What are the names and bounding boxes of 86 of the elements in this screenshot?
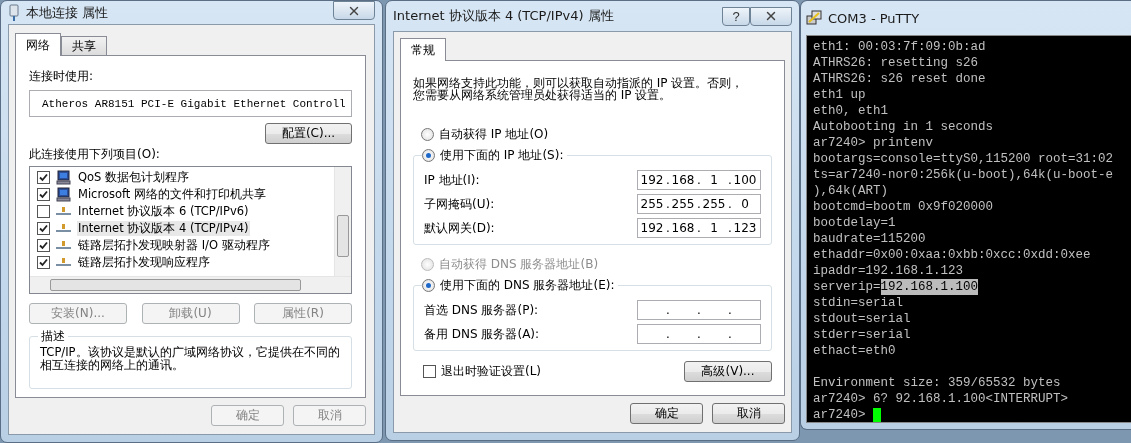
description-text: TCP/IP。该协议是默认的广域网络协议，它提供在不同的相互连接的网络上的通讯。 [40,344,341,372]
terminal-line: ar7240> 6? 92.168.1.100<INTERRUPT> [813,391,1069,407]
radio-button[interactable] [422,148,435,162]
ip-address-field[interactable]: . . . [637,300,761,320]
terminal-line: ar7240> [813,407,867,422]
terminal-line: ethact=eth0 [813,343,896,359]
checkbox[interactable] [37,222,50,235]
checkbox[interactable] [37,239,50,252]
option-label: 自动获得 IP 地址(O) [439,125,549,143]
checkbox[interactable] [423,365,436,378]
terminal-line: eth1 up [813,87,866,103]
tab[interactable]: 共享 [61,36,107,55]
terminal-line: stderr=serial [813,327,911,343]
terminal-line: serverip= [813,279,881,295]
terminal-line: eth1: 00:03:7f:09:0b:ad [813,39,986,55]
terminal-line: ATHRS26: resetting s26 [813,55,979,71]
terminal-line: stdout=serial [813,311,911,327]
selected-text: 192.168.1.100 [880,279,979,295]
putty-icon [806,10,822,26]
terminal-line: bootargs=console=ttyS0,115200 root=31:02 [813,151,1114,167]
terminal-line: ATHRS26: s26 reset done [813,71,986,87]
network-protocol-icon [56,224,71,233]
dialog-button[interactable]: 确定 [630,403,703,424]
terminal-line: eth0, eth1 [813,103,888,119]
terminal-line: bootdelay=1 [813,215,896,231]
option-label: 自动获得 DNS 服务器地址(B) [439,255,599,273]
adapter-field: Atheros AR8151 PCI-E Gigabit Ethernet Controll [29,90,352,117]
network-protocol-icon [56,207,71,216]
ip-address-field[interactable]: . . . [637,324,761,344]
terminal-line: baudrate=115200 [813,231,926,247]
tab[interactable]: 网络 [15,33,61,56]
close-icon [764,9,778,23]
network-protocol-icon [56,241,71,250]
window-title: COM3 - PuTTY [828,10,921,26]
checkbox[interactable] [37,171,50,184]
terminal-line: Autobooting in 1 seconds [813,119,994,135]
terminal-line: ipaddr=192.168.1.123 [813,263,964,279]
terminal-line: ),64k(ART) [813,183,888,199]
section-label: 此连接使用下列项目(O): [29,146,161,163]
list-item[interactable]: 链路层拓扑发现映射器 I/O 驱动程序 [77,238,271,253]
terminal-line: bootcmd=bootm 0x9f020000 [813,199,994,215]
checkbox[interactable] [37,188,50,201]
field-label: 子网掩码(U): [424,195,495,213]
checkbox[interactable] [37,256,50,269]
checkbox[interactable] [37,205,50,218]
computer-icon [56,187,71,202]
dialog-button[interactable]: 取消 [712,403,785,424]
terminal-line: ethaddr=0x00:0xaa:0xbb:0xcc:0xdd:0xee [813,247,1091,263]
checkbox-label: 退出时验证设置(L) [441,363,542,380]
option-label: 使用下面的 DNS 服务器地址(E): [440,276,615,294]
field-label: IP 地址(I): [424,171,480,189]
list-item[interactable]: Microsoft 网络的文件和打印机共享 [77,187,267,202]
list-item[interactable]: QoS 数据包计划程序 [77,170,191,185]
help-button[interactable]: ? [722,6,750,26]
terminal[interactable] [806,35,1131,423]
close-button[interactable] [333,1,375,20]
ip-address-field[interactable]: 192 .168 . 1 .100 [637,170,761,190]
list-item[interactable]: Internet 协议版本 4 (TCP/IPv4) [77,221,250,236]
radio-button[interactable] [422,278,435,292]
advanced-button[interactable]: 高级(V)... [684,361,772,382]
field-label: 默认网关(D): [424,219,495,237]
horizontal-scrollbar[interactable] [30,276,351,293]
network-adapter-icon [8,3,20,22]
close-button[interactable] [750,6,792,26]
terminal-line: stdin=serial [813,295,903,311]
field-label: 首选 DNS 服务器(P): [424,301,539,319]
radio-button[interactable] [421,127,434,141]
vertical-scrollbar[interactable] [334,167,351,276]
window-title: 本地连接 属性 [26,3,110,22]
field-label: 备用 DNS 服务器(A): [424,325,540,343]
ip-address-field[interactable]: 192 .168 . 1 .123 [637,218,761,238]
intro-text: 如果网络支持此功能，则可以获取自动指派的 IP 设置。否则，您需要从网络系统管理员处获得适当的 IP 设置。 [413,75,745,101]
network-protocol-icon [56,258,71,267]
list-item[interactable]: Internet 协议版本 6 (TCP/IPv6) [77,204,250,219]
window-title: Internet 协议版本 4 (TCP/IPv4) 属性 [393,7,615,25]
group-title: 描述 [38,328,68,345]
configure-button[interactable]: 配置(C)... [265,123,352,144]
option-label: 使用下面的 IP 地址(S): [440,146,564,164]
terminal-line: Environment size: 359/65532 bytes [813,375,1061,391]
tab[interactable]: 常规 [400,38,446,61]
section-label: 连接时使用: [29,68,95,85]
ip-address-field[interactable]: 255 .255 .255 . 0 [637,194,761,214]
terminal-line: ar7240> printenv [813,135,934,151]
computer-icon [56,170,71,185]
terminal-line: ts=ar7240-nor0:256k(u-boot),64k(u-boot-e [813,167,1114,183]
list-item[interactable]: 链路层拓扑发现响应程序 [77,255,211,270]
